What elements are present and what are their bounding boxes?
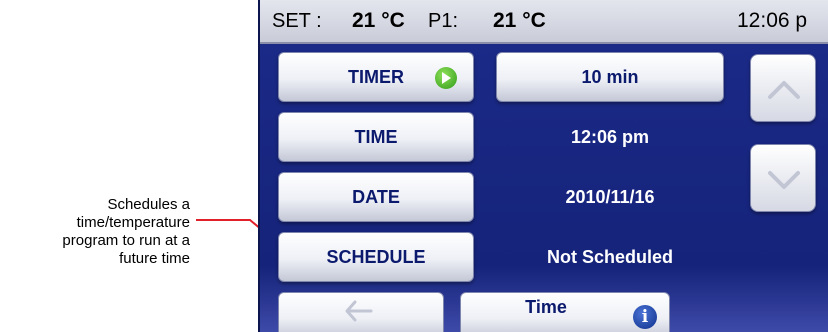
date-value: 2010/11/16 — [565, 186, 655, 207]
play-icon — [435, 67, 457, 89]
timer-button-label: TIMER — [348, 66, 404, 87]
scroll-up-button[interactable] — [750, 54, 816, 122]
device-screen: SET : 21 °C P1: 21 °C 12:06 p TIMER 10 m… — [258, 0, 828, 332]
time-value: 12:06 pm — [570, 126, 650, 147]
probe1-label: P1: — [428, 9, 459, 32]
callout-pointer — [196, 219, 291, 255]
back-button[interactable] — [278, 292, 444, 332]
chevron-down-icon — [768, 171, 800, 189]
clock: 12:06 p — [737, 9, 808, 32]
time-button-label: TIME — [354, 126, 398, 147]
date-button-label: DATE — [352, 186, 400, 207]
timer-duration-value: 10 min — [581, 66, 639, 87]
time-info-button[interactable]: Time i — [460, 292, 670, 332]
date-button[interactable]: DATE — [278, 172, 474, 222]
schedule-button-label: SCHEDULE — [326, 246, 426, 267]
set-label: SET : — [272, 9, 322, 32]
schedule-button[interactable]: SCHEDULE — [278, 232, 474, 282]
timer-button[interactable]: TIMER — [278, 52, 474, 102]
chevron-up-icon — [768, 81, 800, 99]
info-icon: i — [633, 305, 657, 329]
status-bar: SET : 21 °C P1: 21 °C 12:06 p — [260, 0, 828, 44]
time-button[interactable]: TIME — [278, 112, 474, 162]
back-arrow-icon — [345, 300, 373, 322]
timer-duration-button[interactable]: 10 min — [496, 52, 724, 102]
probe1-temperature: 21 °C — [493, 9, 546, 32]
time-info-label: Time — [525, 297, 567, 317]
scroll-down-button[interactable] — [750, 144, 816, 212]
schedule-status: Not Scheduled — [546, 246, 673, 267]
set-temperature: 21 °C — [352, 9, 405, 32]
